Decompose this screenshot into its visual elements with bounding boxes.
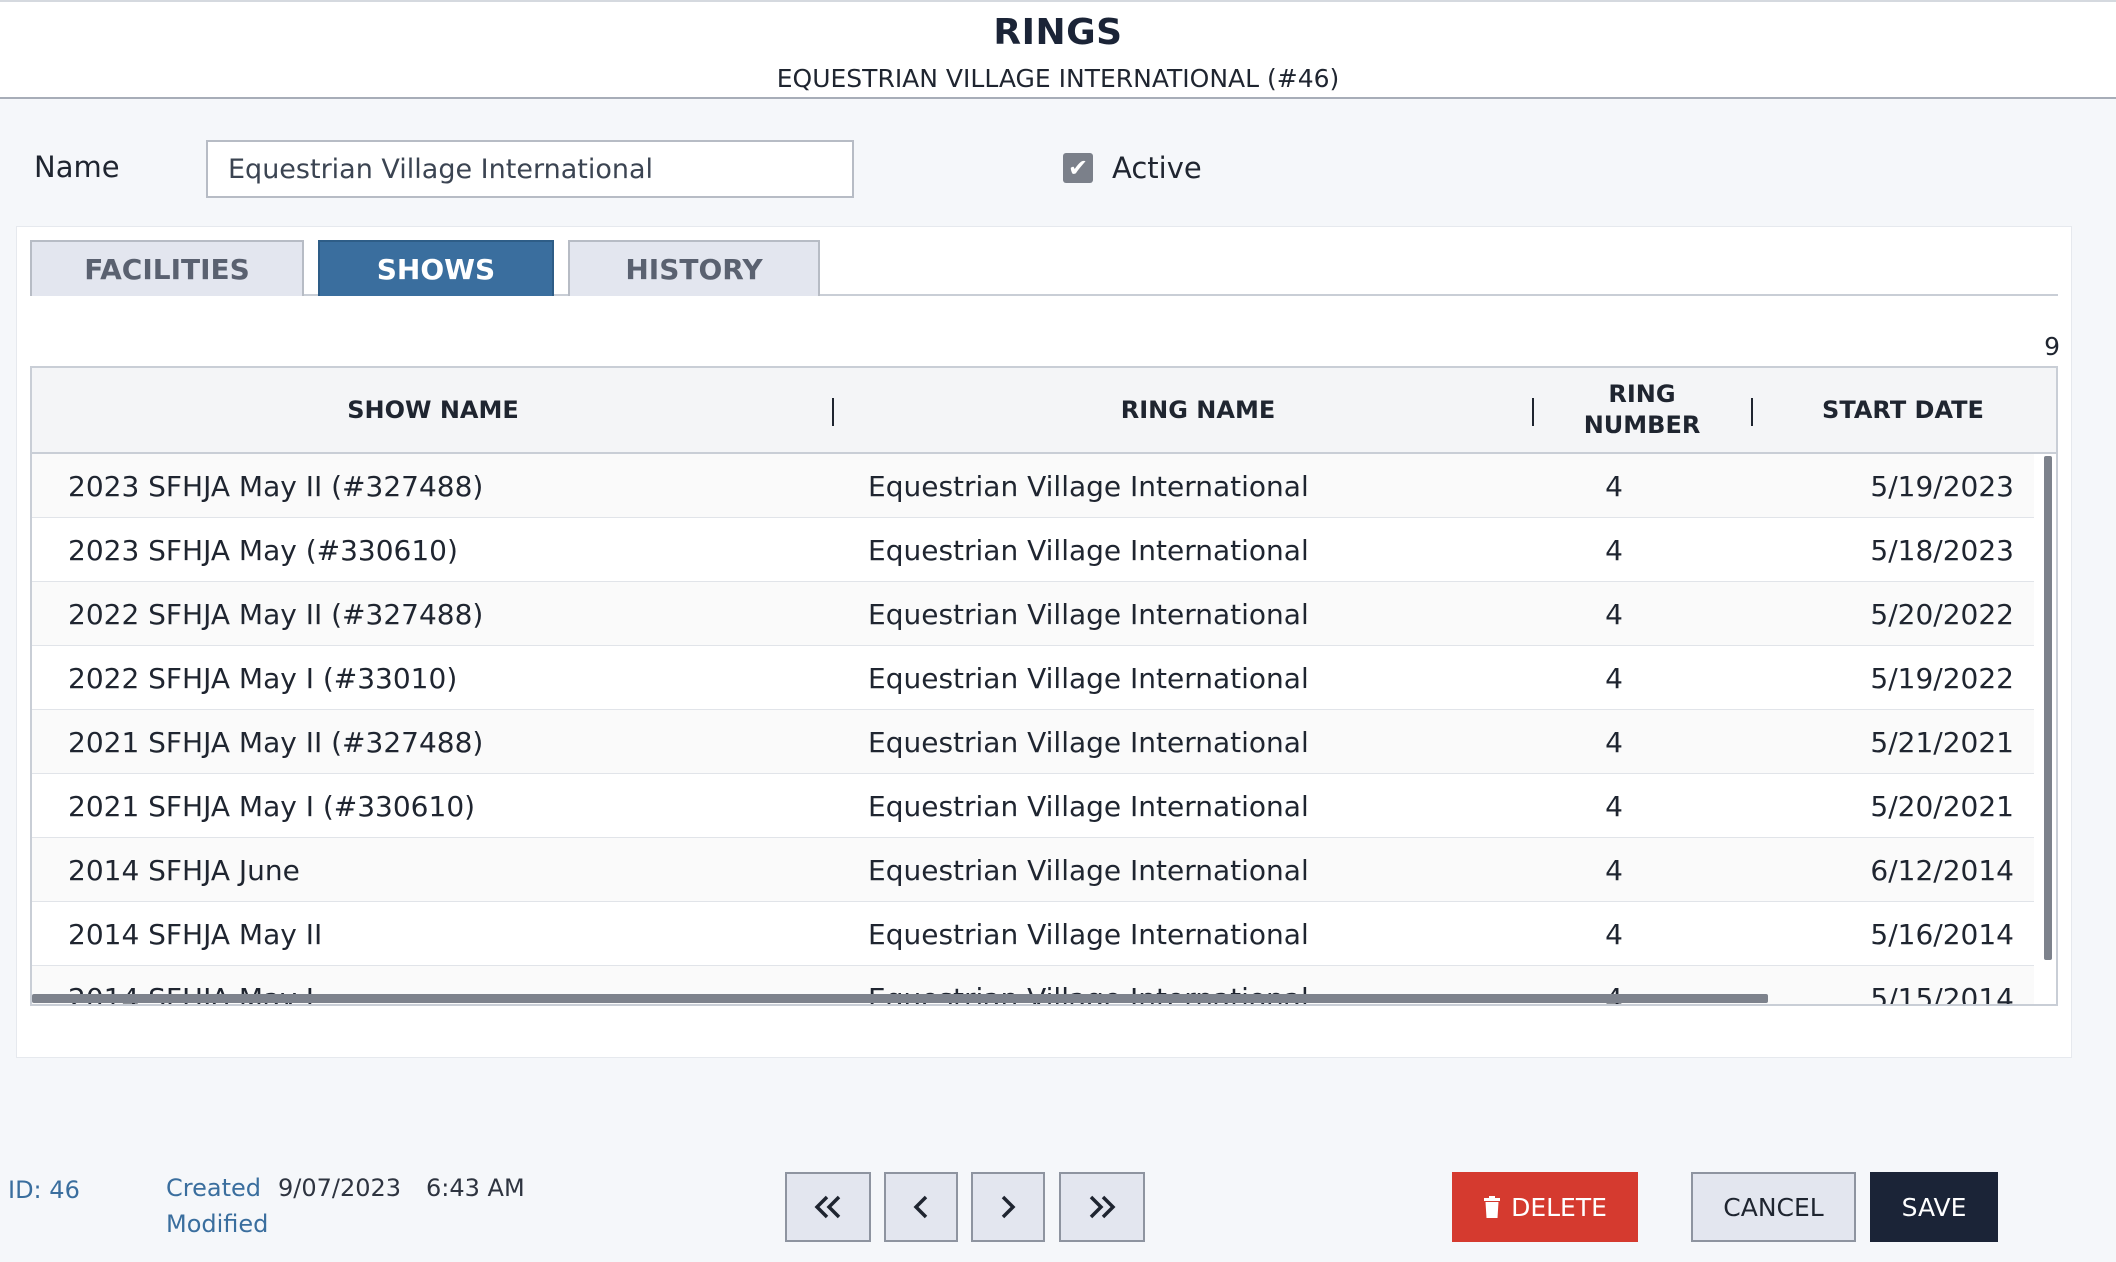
column-header-ring-number-line2: NUMBER	[1583, 411, 1701, 439]
cell-show-name: 2014 SFHJA June	[68, 853, 300, 887]
shows-grid: SHOW NAME RING NAME RING NUMBER START DA…	[30, 366, 2058, 1006]
cell-start-date: 5/15/2014	[1870, 981, 2014, 1006]
cell-show-name: 2022 SFHJA May II (#327488)	[68, 597, 484, 631]
column-header-start-date[interactable]: START DATE	[1753, 368, 2053, 452]
modified-label: Modified	[166, 1210, 269, 1238]
record-id-value: 46	[49, 1176, 80, 1204]
checkmark-icon: ✔	[1067, 154, 1089, 182]
delete-button[interactable]: DELETE	[1452, 1172, 1638, 1242]
cell-ring-number: 4	[1605, 661, 1623, 695]
cell-ring-name: Equestrian Village International	[868, 917, 1309, 951]
cell-start-date: 5/20/2021	[1870, 789, 2014, 823]
table-row[interactable]: 2014 SFHJA May II Equestrian Village Int…	[32, 902, 2034, 966]
page-title: RINGS	[993, 12, 1123, 53]
tab-history[interactable]: HISTORY	[568, 240, 820, 296]
cell-show-name: 2023 SFHJA May (#330610)	[68, 533, 458, 567]
delete-button-label: DELETE	[1511, 1192, 1607, 1222]
chevron-right-icon	[1001, 1195, 1016, 1219]
created-time: 6:43 AM	[426, 1174, 525, 1202]
name-input[interactable]	[206, 140, 854, 198]
record-count: 9	[2044, 332, 2060, 361]
cell-ring-name: Equestrian Village International	[868, 853, 1309, 887]
record-id: ID: 46	[8, 1176, 80, 1204]
column-header-ring-number-line1: RING	[1608, 380, 1676, 408]
cell-start-date: 6/12/2014	[1870, 853, 2014, 887]
name-label: Name	[34, 150, 120, 184]
save-button[interactable]: SAVE	[1870, 1172, 1998, 1242]
chevron-left-icon	[913, 1195, 928, 1219]
cancel-button[interactable]: CANCEL	[1691, 1172, 1856, 1242]
cell-ring-name: Equestrian Village International	[868, 725, 1309, 759]
cell-start-date: 5/21/2021	[1870, 725, 2014, 759]
cell-show-name: 2022 SFHJA May I (#33010)	[68, 661, 458, 695]
cell-ring-name: Equestrian Village International	[868, 597, 1309, 631]
cell-show-name: 2021 SFHJA May I (#330610)	[68, 789, 476, 823]
table-row[interactable]: 2022 SFHJA May II (#327488) Equestrian V…	[32, 582, 2034, 646]
cell-ring-name: Equestrian Village International	[868, 469, 1309, 503]
cell-show-name: 2021 SFHJA May II (#327488)	[68, 725, 484, 759]
created-date: 9/07/2023	[278, 1174, 402, 1202]
cell-start-date: 5/18/2023	[1870, 533, 2014, 567]
record-id-label: ID:	[8, 1176, 42, 1204]
cell-ring-number: 4	[1605, 725, 1623, 759]
cell-ring-name: Equestrian Village International	[868, 533, 1309, 567]
created-label: Created	[166, 1174, 261, 1202]
active-toggle[interactable]: ✔ Active	[1063, 151, 1202, 185]
column-header-show-name[interactable]: SHOW NAME	[32, 368, 834, 452]
table-row[interactable]: 2023 SFHJA May II (#327488) Equestrian V…	[32, 454, 2034, 518]
cell-ring-number: 4	[1605, 789, 1623, 823]
tab-facilities[interactable]: FACILITIES	[30, 240, 304, 296]
cell-ring-number: 4	[1605, 853, 1623, 887]
active-label: Active	[1112, 151, 1202, 185]
cell-start-date: 5/19/2023	[1870, 469, 2014, 503]
cell-ring-name: Equestrian Village International	[868, 789, 1309, 823]
previous-record-button[interactable]	[884, 1172, 958, 1242]
double-chevron-left-icon	[814, 1195, 841, 1219]
next-record-button[interactable]	[971, 1172, 1045, 1242]
cell-ring-name: Equestrian Village International	[868, 661, 1309, 695]
column-header-ring-number[interactable]: RING NUMBER	[1534, 368, 1750, 452]
cell-start-date: 5/16/2014	[1870, 917, 2014, 951]
column-header-ring-name[interactable]: RING NAME	[834, 368, 1562, 452]
cell-start-date: 5/19/2022	[1870, 661, 2014, 695]
vertical-scrollbar[interactable]	[2044, 456, 2052, 960]
cell-show-name: 2014 SFHJA May II	[68, 917, 323, 951]
horizontal-scrollbar[interactable]	[32, 994, 1768, 1003]
tab-shows[interactable]: SHOWS	[318, 240, 554, 296]
table-row[interactable]: 2014 SFHJA June Equestrian Village Inter…	[32, 838, 2034, 902]
grid-rows: 2023 SFHJA May II (#327488) Equestrian V…	[32, 454, 2034, 1006]
table-row[interactable]: 2022 SFHJA May I (#33010) Equestrian Vil…	[32, 646, 2034, 710]
table-row[interactable]: 2021 SFHJA May II (#327488) Equestrian V…	[32, 710, 2034, 774]
cell-start-date: 5/20/2022	[1870, 597, 2014, 631]
last-record-button[interactable]	[1059, 1172, 1145, 1242]
cell-ring-number: 4	[1605, 469, 1623, 503]
active-checkbox[interactable]: ✔	[1063, 153, 1093, 183]
trash-icon	[1484, 1196, 1501, 1218]
page-subtitle: EQUESTRIAN VILLAGE INTERNATIONAL (#46)	[776, 64, 1340, 93]
page-header: RINGS EQUESTRIAN VILLAGE INTERNATIONAL (…	[0, 0, 2116, 99]
cell-ring-number: 4	[1605, 533, 1623, 567]
cell-ring-number: 4	[1605, 597, 1623, 631]
table-row[interactable]: 2021 SFHJA May I (#330610) Equestrian Vi…	[32, 774, 2034, 838]
cell-show-name: 2023 SFHJA May II (#327488)	[68, 469, 484, 503]
first-record-button[interactable]	[785, 1172, 871, 1242]
cell-ring-number: 4	[1605, 917, 1623, 951]
grid-header: SHOW NAME RING NAME RING NUMBER START DA…	[32, 368, 2056, 454]
table-row[interactable]: 2023 SFHJA May (#330610) Equestrian Vill…	[32, 518, 2034, 582]
double-chevron-right-icon	[1089, 1195, 1116, 1219]
